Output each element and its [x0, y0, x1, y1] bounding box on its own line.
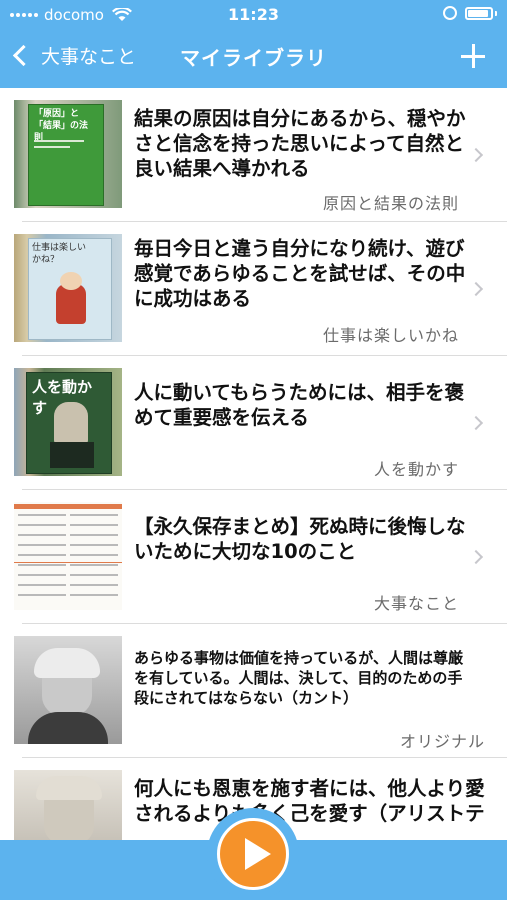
- list-item[interactable]: 「原因」と「結果」の法則 結果の原因は自分にあるから、穏やかさと信念を持った思い…: [0, 88, 507, 222]
- page-title: マイライブラリ: [180, 46, 327, 70]
- status-right: [443, 6, 497, 20]
- add-button[interactable]: [461, 44, 485, 68]
- source-label: 人を動かす: [373, 460, 459, 479]
- play-button[interactable]: [217, 818, 289, 890]
- book-thumbnail: 人を動かす: [14, 368, 122, 476]
- source-label: 原因と結果の法則: [322, 194, 459, 213]
- book-thumbnail: 仕事は楽しいかね？: [14, 234, 122, 342]
- cover-title: 「原因」と「結果」の法則: [34, 109, 89, 143]
- document-thumbnail: [14, 502, 122, 610]
- source-label: 仕事は楽しいかね: [322, 326, 459, 345]
- portrait-thumbnail: [14, 770, 122, 840]
- cover-title: 仕事は楽しいかね？: [32, 243, 87, 265]
- chevron-right-icon: [468, 147, 484, 163]
- list-item[interactable]: 仕事は楽しいかね？ 毎日今日と違う自分になり続け、遊び感覚であらゆることを試せば…: [0, 222, 507, 356]
- book-thumbnail: 「原因」と「結果」の法則: [14, 100, 122, 208]
- nav-bar: 大事なこと マイライブラリ: [0, 30, 507, 88]
- battery-tip: [495, 10, 497, 16]
- status-time: 11:23: [228, 5, 279, 24]
- quote-text: 何人にも恩恵を施す者には、他人より愛されるよりも多く己を愛す（アリストテ: [134, 777, 485, 825]
- battery-icon: [465, 6, 493, 20]
- portrait-thumbnail: [14, 636, 122, 744]
- list-item[interactable]: 【永久保存まとめ】死ぬ時に後悔しないために大切な10のこと 大事なこと: [0, 490, 507, 624]
- quote-list: 「原因」と「結果」の法則 結果の原因は自分にあるから、穏やかさと信念を持った思い…: [0, 88, 507, 840]
- quote-text: あらゆる事物は価値を持っているが、人間は尊厳を有している。人間は、決して、目的の…: [134, 649, 463, 707]
- quote-text: 【永久保存まとめ】死ぬ時に後悔しないために大切な10のこと: [134, 515, 466, 563]
- source-label: オリジナル: [399, 732, 485, 751]
- source-label: 大事なこと: [373, 594, 459, 613]
- chevron-right-icon: [468, 415, 484, 431]
- list-item[interactable]: あらゆる事物は価値を持っているが、人間は尊厳を有している。人間は、決して、目的の…: [0, 624, 507, 758]
- play-icon: [245, 838, 271, 870]
- rotation-lock-icon: [443, 6, 457, 20]
- quote-text: 毎日今日と違う自分になり続け、遊び感覚であらゆることを試せば、その中に成功はある: [134, 237, 466, 310]
- status-bar: docomo 11:23: [0, 0, 507, 30]
- chevron-right-icon: [468, 281, 484, 297]
- quote-text: 人に動いてもらうためには、相手を褒めて重要感を伝える: [134, 381, 464, 429]
- header: docomo 11:23 大事なこと マイライブラリ: [0, 0, 507, 88]
- list-item[interactable]: 人を動かす 人に動いてもらうためには、相手を褒めて重要感を伝える 人を動かす: [0, 356, 507, 490]
- chevron-right-icon: [468, 549, 484, 565]
- quote-text: 結果の原因は自分にあるから、穏やかさと信念を持った思いによって自然と良い結果へ導…: [134, 107, 466, 180]
